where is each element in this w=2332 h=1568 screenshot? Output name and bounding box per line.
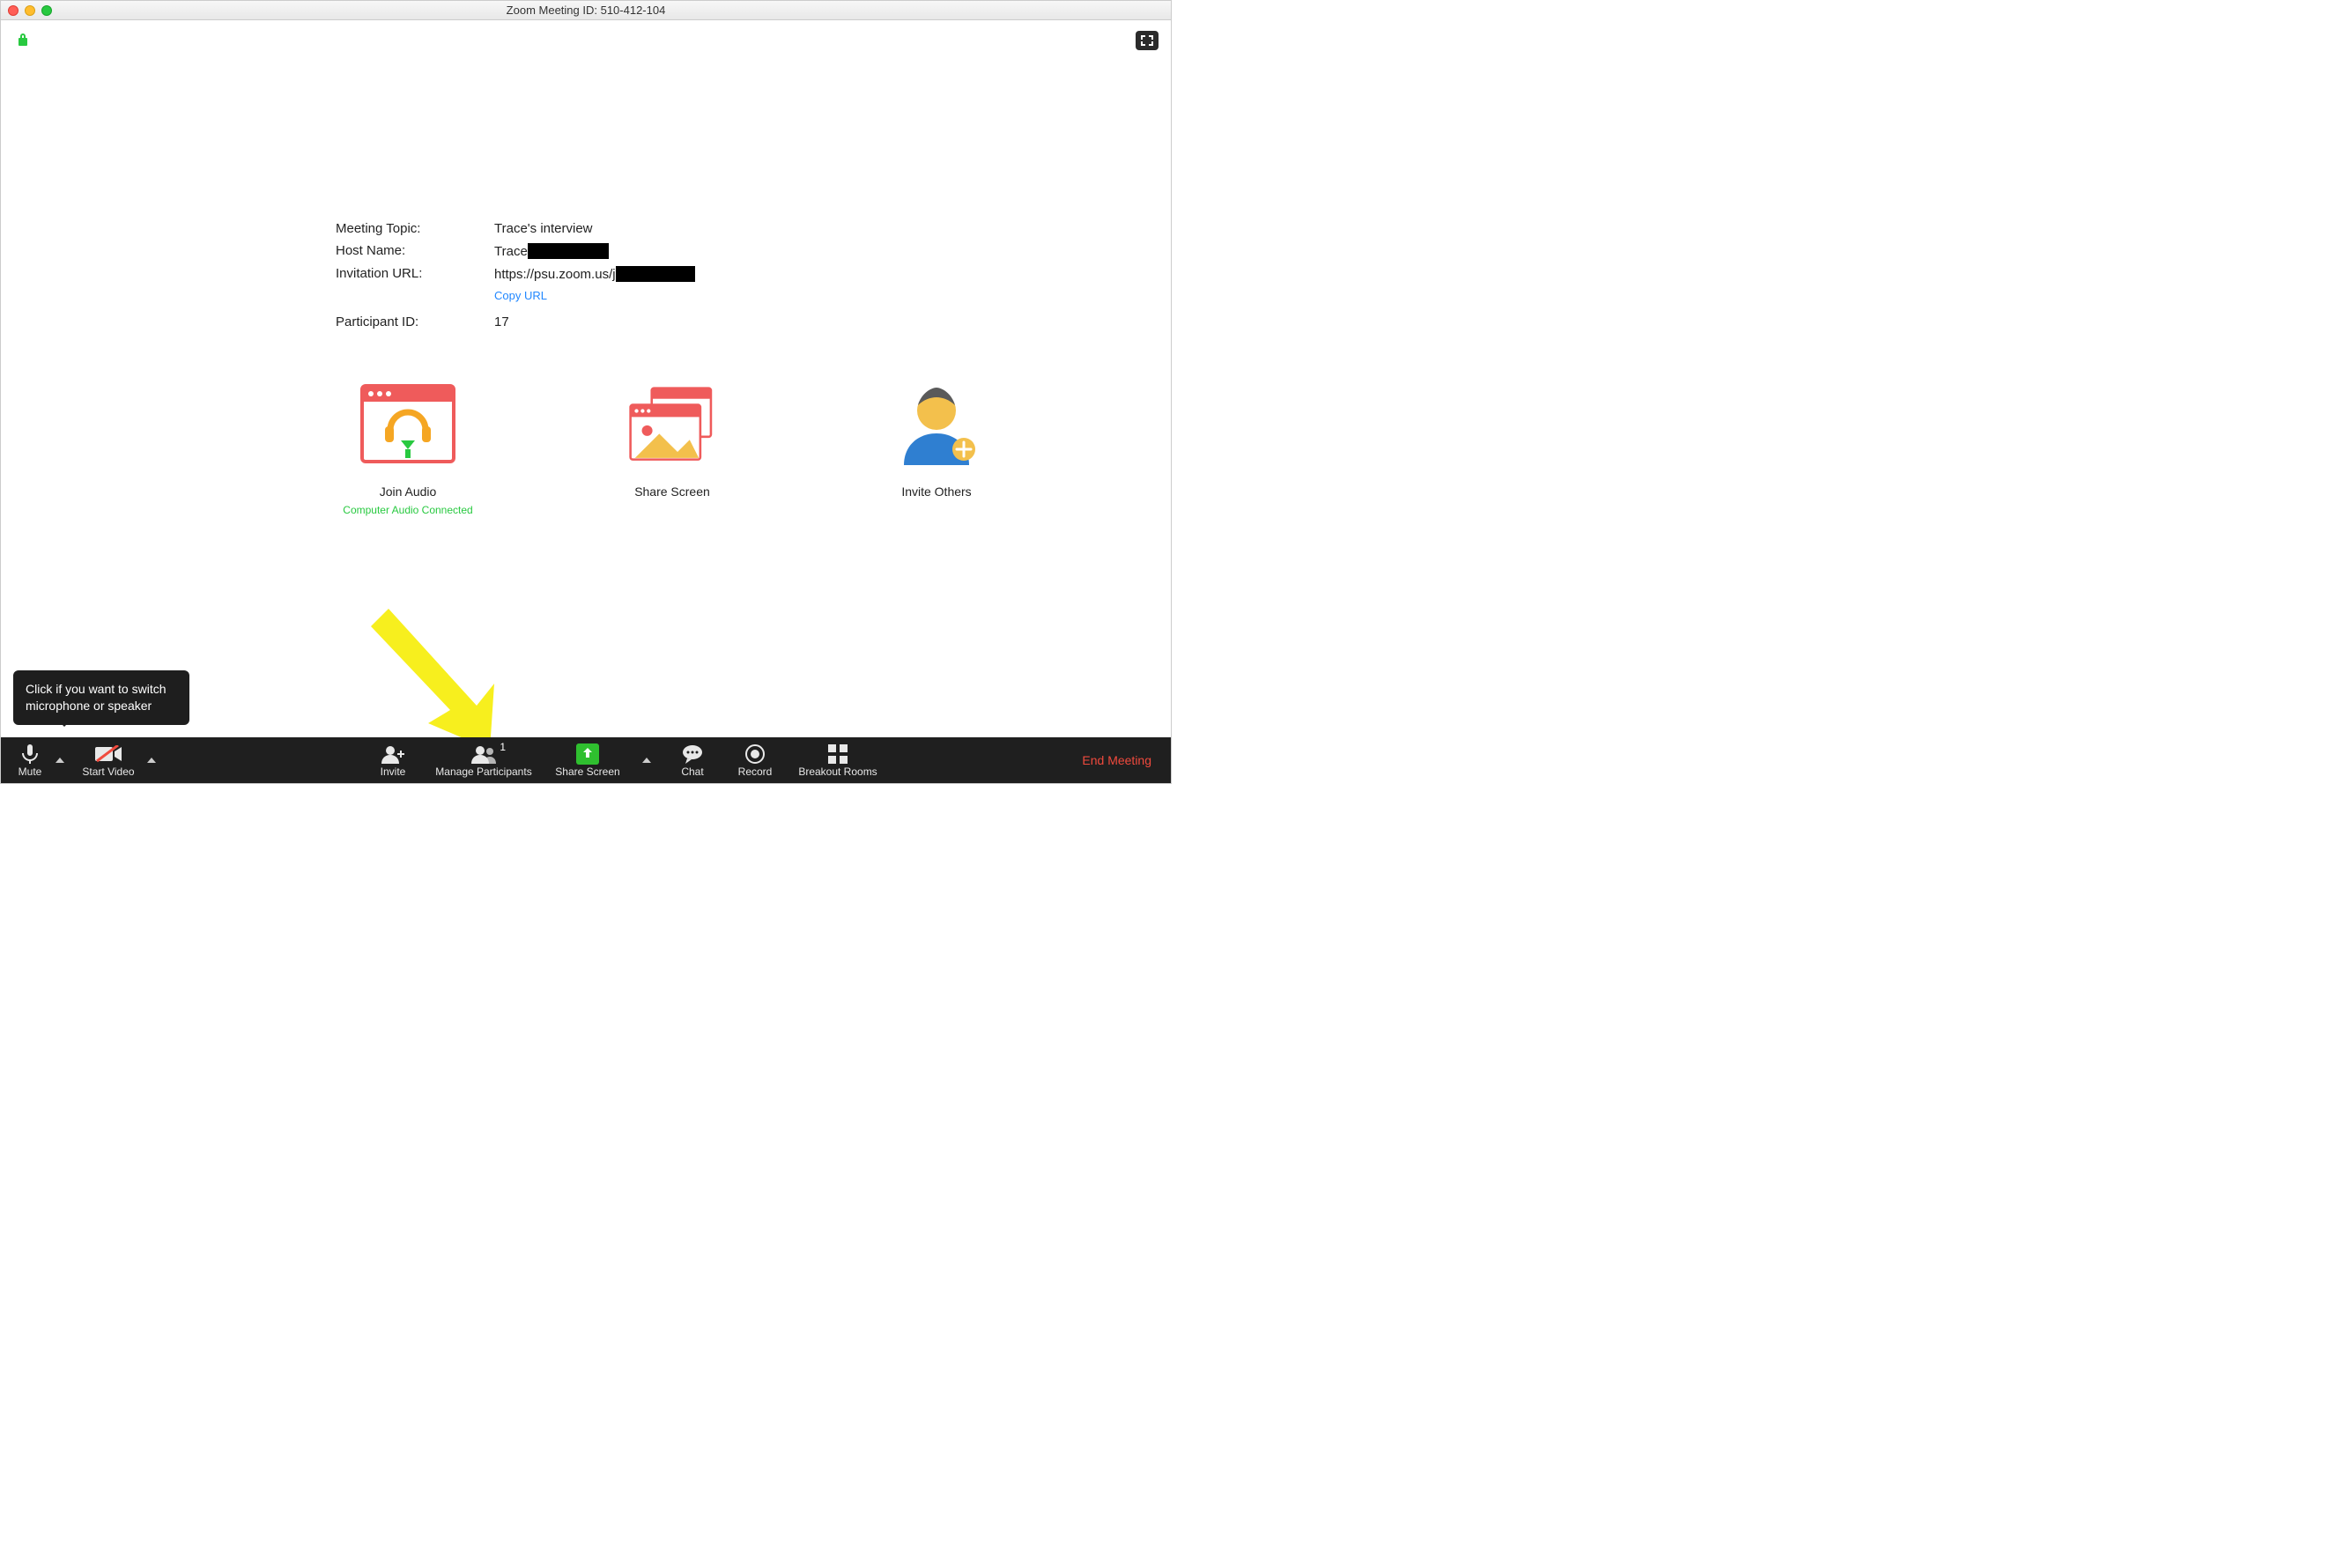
mute-label: Mute [19,766,42,778]
join-audio-tile[interactable]: Join Audio Computer Audio Connected [329,381,487,516]
join-audio-label: Join Audio [329,484,487,499]
close-icon[interactable] [8,5,19,16]
maximize-icon[interactable] [41,5,52,16]
redacted-block [616,266,695,282]
annotation-arrow-icon [371,609,503,750]
manage-participants-button[interactable]: 1 Manage Participants [431,737,537,783]
mute-options-chevron[interactable] [52,758,68,763]
audio-status: Computer Audio Connected [329,504,487,516]
video-off-icon [95,743,122,766]
start-video-button[interactable]: Start Video [73,737,144,783]
share-icon [576,743,599,766]
share-screen-label: Share Screen [593,484,751,499]
participant-count: 1 [500,741,506,753]
host-value: Trace [494,243,609,259]
pid-label: Participant ID: [336,314,494,329]
meeting-info: Meeting Topic: Trace's interview Host Na… [1,221,1171,516]
invite-others-tile[interactable]: Invite Others [857,381,1016,516]
breakout-rooms-button[interactable]: Breakout Rooms [796,737,880,783]
participants-icon: 1 [470,743,497,766]
invite-button[interactable]: Invite [371,737,415,783]
video-options-chevron[interactable] [144,758,159,763]
breakout-icon [828,743,848,766]
manage-participants-label: Manage Participants [435,766,531,778]
pid-value: 17 [494,314,509,329]
share-screen-icon [623,381,722,469]
end-meeting-button[interactable]: End Meeting [1070,753,1164,767]
host-label: Host Name: [336,243,494,259]
toolbar: Mute Start Video Invite [1,737,1171,783]
window-controls [8,5,52,16]
copy-url-link[interactable]: Copy URL [494,289,899,302]
invite-others-label: Invite Others [857,484,1016,499]
start-video-label: Start Video [82,766,134,778]
zoom-window: Zoom Meeting ID: 510-412-104 Meeting Top… [0,0,1172,784]
mic-tooltip: Click if you want to switch microphone o… [13,670,189,725]
window-title: Zoom Meeting ID: 510-412-104 [1,4,1171,17]
url-label: Invitation URL: [336,266,494,282]
record-label: Record [738,766,773,778]
microphone-icon [22,743,38,766]
titlebar: Zoom Meeting ID: 510-412-104 [1,1,1171,20]
invite-icon [381,743,404,766]
url-value-prefix: https://psu.zoom.us/j [494,267,616,282]
share-screen-label: Share Screen [555,766,619,778]
fullscreen-icon[interactable] [1136,31,1159,50]
host-value-prefix: Trace [494,244,528,259]
mute-button[interactable]: Mute [8,737,52,783]
topic-label: Meeting Topic: [336,221,494,236]
minimize-icon[interactable] [25,5,35,16]
topic-value: Trace's interview [494,221,593,236]
url-value: https://psu.zoom.us/j [494,266,695,282]
record-icon [745,743,765,766]
share-screen-button[interactable]: Share Screen [552,737,623,783]
redacted-block [528,243,609,259]
tooltip-text: Click if you want to switch microphone o… [26,682,167,713]
chat-button[interactable]: Chat [670,737,714,783]
invite-others-icon [887,381,986,469]
share-options-chevron[interactable] [639,758,655,763]
lock-icon[interactable] [17,33,29,47]
headset-icon [359,381,457,469]
chat-icon [682,743,703,766]
invite-label: Invite [381,766,406,778]
chat-label: Chat [681,766,703,778]
record-button[interactable]: Record [730,737,780,783]
breakout-label: Breakout Rooms [798,766,877,778]
share-screen-tile[interactable]: Share Screen [593,381,751,516]
